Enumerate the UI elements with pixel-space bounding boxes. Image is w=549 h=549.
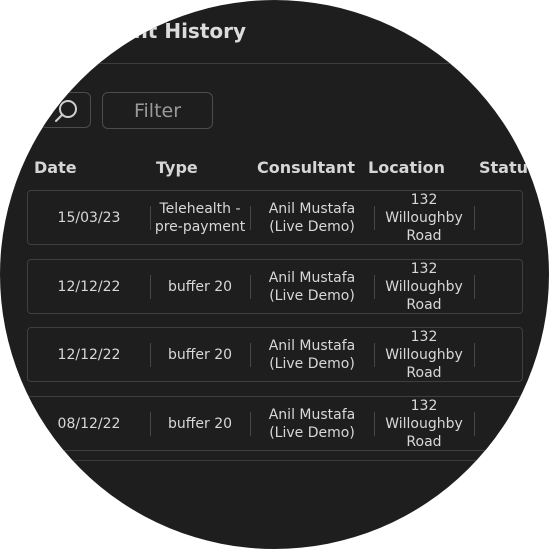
cell-consultant: Anil Mustafa (Live Demo) <box>268 200 356 235</box>
cell-location: 132 Willoughby Road <box>385 191 463 244</box>
column-header-location[interactable]: Location <box>368 158 445 177</box>
table-bottom-divider <box>20 460 540 461</box>
cell-location: 132 Willoughby Road <box>385 328 463 381</box>
cell-location: 132 Willoughby Road <box>385 397 463 450</box>
cell-type: buffer 20 <box>167 278 233 295</box>
column-separator <box>474 412 475 436</box>
table-row[interactable]: 12/12/22 buffer 20 Anil Mustafa (Live De… <box>27 259 523 314</box>
table-row[interactable]: 15/03/23 Telehealth - pre-payment Anil M… <box>27 190 523 245</box>
column-header-consultant[interactable]: Consultant <box>257 158 355 177</box>
column-header-status[interactable]: Status <box>479 158 538 177</box>
filter-input[interactable] <box>102 92 213 129</box>
cell-consultant: Anil Mustafa (Live Demo) <box>268 406 356 441</box>
cell-date: 12/12/22 <box>57 278 121 295</box>
cell-type: Telehealth - pre-payment <box>154 200 246 235</box>
column-separator <box>474 206 475 230</box>
cropped-app-view: ent History Date Type Consultant Locatio… <box>0 0 549 549</box>
column-header-date[interactable]: Date <box>34 158 77 177</box>
table-row[interactable]: 12/12/22 buffer 20 Anil Mustafa (Live De… <box>27 327 523 382</box>
search-button[interactable] <box>40 92 91 128</box>
cell-type: buffer 20 <box>167 346 233 363</box>
cell-consultant: Anil Mustafa (Live Demo) <box>268 337 356 372</box>
table-row[interactable]: 08/12/22 buffer 20 Anil Mustafa (Live De… <box>27 396 523 451</box>
cell-date: 15/03/23 <box>57 209 121 226</box>
search-icon <box>55 100 77 122</box>
cell-consultant: Anil Mustafa (Live Demo) <box>268 269 356 304</box>
column-separator <box>474 343 475 367</box>
header-divider <box>40 63 549 64</box>
cell-date: 12/12/22 <box>57 346 121 363</box>
page-title: ent History <box>120 19 247 43</box>
cell-location: 132 Willoughby Road <box>385 260 463 313</box>
cell-type: buffer 20 <box>167 415 233 432</box>
column-header-type[interactable]: Type <box>156 158 198 177</box>
column-separator <box>474 275 475 299</box>
cell-date: 08/12/22 <box>57 415 121 432</box>
